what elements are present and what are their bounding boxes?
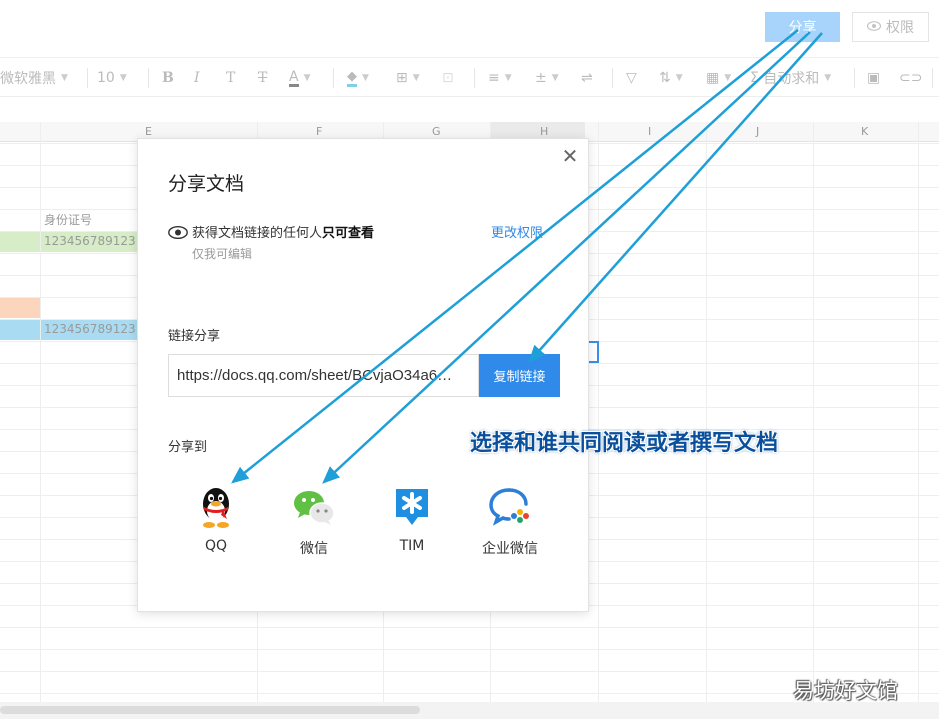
vertical-align-icon[interactable]: ± ▼ xyxy=(535,68,559,88)
column-header-h-selected: H xyxy=(540,125,549,138)
share-to-label: 分享到 xyxy=(168,440,208,455)
share-link-field[interactable]: https://docs.qq.com/sheet/BCvjaO34a6… xyxy=(168,354,479,397)
strikethrough-icon[interactable]: T xyxy=(258,68,267,88)
copy-link-button[interactable]: 复制链接 xyxy=(479,354,560,397)
filter-icon[interactable]: ▽ xyxy=(626,68,637,88)
cell-selection-edge xyxy=(589,341,599,363)
merge-cells-icon[interactable]: ⊡ xyxy=(442,68,454,88)
table-icon[interactable]: ▦ ▼ xyxy=(706,68,731,88)
watermark: 易坊好文馆 xyxy=(793,679,898,703)
font-color-icon[interactable]: A ▼ xyxy=(289,68,311,88)
qq-penguin-icon xyxy=(194,485,238,529)
share-qq-button[interactable]: QQ xyxy=(176,485,256,554)
auto-sum-label: 自动求和 xyxy=(763,71,820,87)
column-header-g[interactable]: G xyxy=(432,125,441,138)
link-icon[interactable]: ⊂⊃ xyxy=(899,68,922,88)
permission-label: 权限 xyxy=(886,20,914,36)
align-icon[interactable]: ≡ ▼ xyxy=(488,68,512,88)
wrap-text-icon[interactable]: ⇌ xyxy=(581,68,593,88)
share-button[interactable]: 分享 xyxy=(765,12,840,42)
share-tim-label: TIM xyxy=(399,538,425,554)
column-header-i[interactable]: I xyxy=(648,125,651,138)
close-icon[interactable]: ✕ xyxy=(560,146,580,166)
gridline xyxy=(0,671,939,672)
font-size-select[interactable]: 10 ▼ xyxy=(97,68,127,88)
column-header-k[interactable]: K xyxy=(861,125,868,138)
auto-sum-button[interactable]: Σ 自动求和 ▼ xyxy=(750,68,831,88)
gridline xyxy=(0,649,939,650)
link-share-label: 链接分享 xyxy=(168,329,221,344)
share-wecom-label: 企业微信 xyxy=(482,541,538,557)
wecom-icon xyxy=(488,485,532,529)
format-toolbar: 微软雅黑 ▼ 10 ▼ B I T T A ▼ ◆ ▼ ⊞ ▼ ⊡ ≡ ▼ ± ▼ ⇌ ▽ ⇅… xyxy=(0,57,939,97)
font-family-value: 微软雅黑 xyxy=(0,71,56,87)
change-permission-link[interactable]: 更改权限 xyxy=(491,222,543,241)
blue-row-band xyxy=(0,319,40,340)
share-tim-button[interactable]: TIM xyxy=(372,485,452,554)
permission-button[interactable]: 权限 xyxy=(852,12,929,42)
access-level: 只可查看 xyxy=(322,226,375,241)
column-header-j[interactable]: J xyxy=(756,125,759,138)
share-qq-label: QQ xyxy=(204,538,228,554)
fill-color-icon[interactable]: ◆ ▼ xyxy=(347,68,369,88)
annotation-callout: 选择和谁共同阅读或者撰写文档 xyxy=(470,431,779,456)
column-header-e[interactable]: E xyxy=(145,125,152,138)
border-icon[interactable]: ⊞ ▼ xyxy=(396,68,420,88)
font-family-select[interactable]: 微软雅黑 ▼ xyxy=(0,68,68,88)
access-subtext: 仅我可编辑 xyxy=(192,247,253,261)
sort-icon[interactable]: ⇅ ▼ xyxy=(659,68,683,88)
bold-icon[interactable]: B xyxy=(162,68,174,88)
font-size-value: 10 xyxy=(97,70,115,86)
share-dialog: ✕ 分享文档 获得文档链接的任何人只可查看 仅我可编辑 更改权限 链接分享 ht… xyxy=(137,138,589,612)
access-description: 获得文档链接的任何人只可查看 xyxy=(192,222,374,241)
share-wechat-label: 微信 xyxy=(300,541,328,557)
dialog-title: 分享文档 xyxy=(168,173,245,195)
green-row-band xyxy=(0,231,40,252)
scrollbar-thumb[interactable] xyxy=(0,706,420,714)
wechat-icon xyxy=(292,485,336,529)
gridline xyxy=(0,627,939,628)
id-cell[interactable]: 123456789123 xyxy=(44,322,137,336)
id-cell[interactable]: 123456789123 xyxy=(44,234,137,248)
italic-icon[interactable]: I xyxy=(194,68,200,88)
eye-icon xyxy=(866,19,882,35)
eye-icon xyxy=(168,224,188,243)
share-wechat-button[interactable]: 微信 xyxy=(274,485,354,558)
tim-icon xyxy=(390,485,434,529)
orange-row-band xyxy=(0,297,40,318)
access-prefix: 获得文档链接的任何人 xyxy=(192,226,323,241)
underline-t-icon[interactable]: T xyxy=(226,68,235,88)
share-wecom-button[interactable]: 企业微信 xyxy=(470,485,550,558)
image-icon[interactable]: ▣ xyxy=(867,68,880,88)
top-bar: 分享 权限 xyxy=(0,0,939,57)
id-header-cell[interactable]: 身份证号 xyxy=(44,211,137,228)
column-header-f[interactable]: F xyxy=(316,125,322,138)
